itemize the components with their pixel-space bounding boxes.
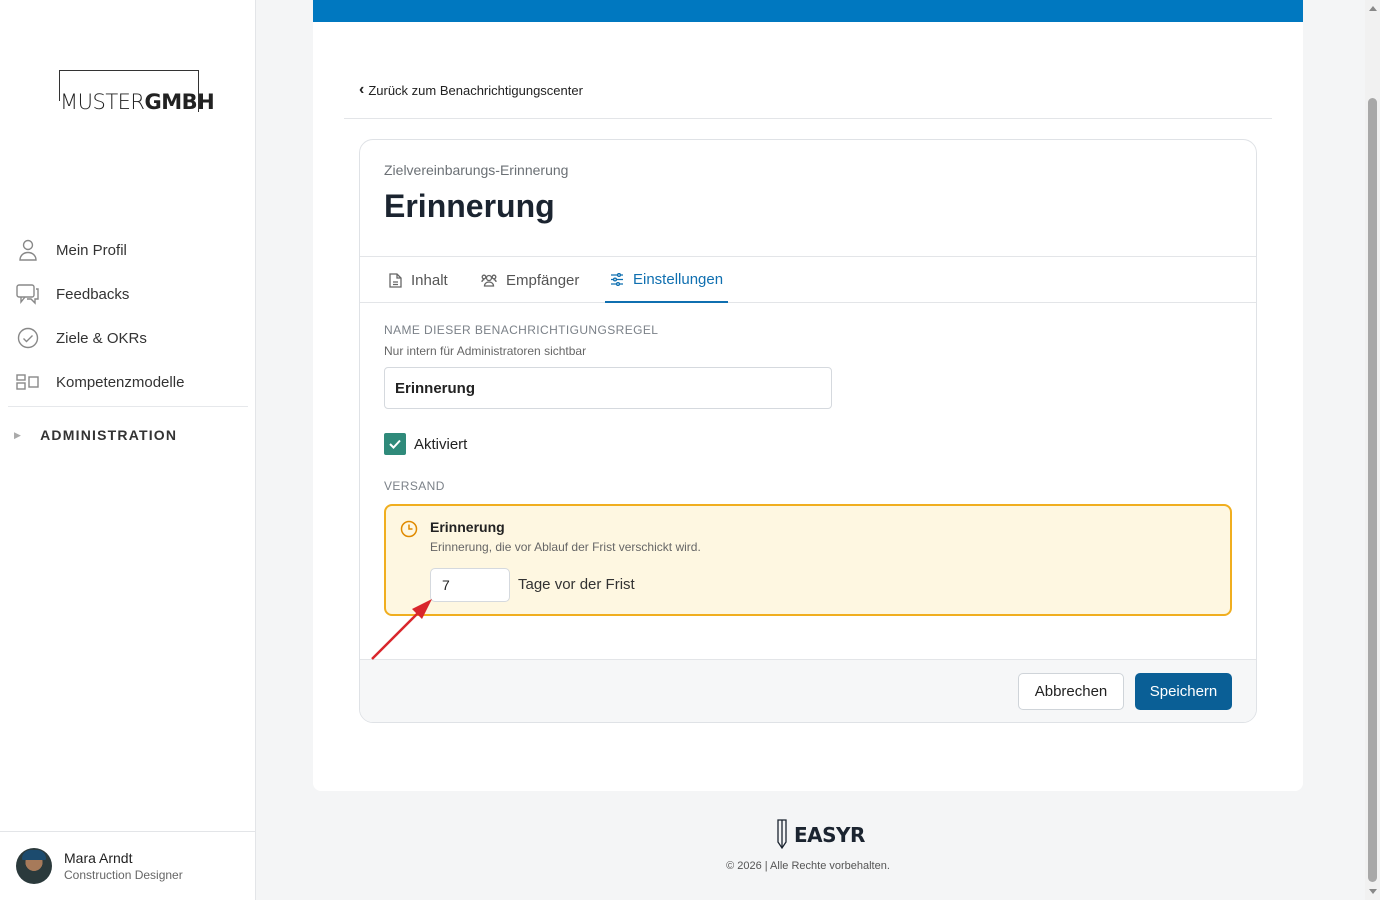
grid-icon [16,370,40,394]
logo-text-bold: GMBH [144,90,215,114]
tab-empfaenger[interactable]: Empfänger [481,257,579,303]
company-logo[interactable]: MUSTERGMBH [59,70,215,113]
notification-rule-panel: Zielvereinbarungs-Erinnerung Erinnerung … [359,139,1257,723]
admin-label: ADMINISTRATION [40,427,178,443]
main-content: ‹ Zurück zum Benachrichtigungscenter Zie… [313,0,1303,791]
easyr-brand-text: EASYR [794,822,865,847]
back-link-label: Zurück zum Benachrichtigungscenter [368,82,583,98]
page-title: Erinnerung [384,188,555,224]
easyr-logo: EASYR [772,818,865,851]
days-suffix-label: Tage vor der Frist [518,576,635,593]
tab-einstellungen[interactable]: Einstellungen [605,257,729,303]
caret-right-icon: ▶ [14,429,23,440]
sidebar-item-kompetenzmodelle[interactable]: Kompetenzmodelle [8,360,248,404]
scrollbar-thumb[interactable] [1368,98,1377,882]
reminder-description: Erinnerung, die vor Ablauf der Frist ver… [430,540,701,554]
reminder-title: Erinnerung [430,519,505,535]
users-icon [481,273,497,287]
check-circle-icon [16,326,40,350]
easyr-logo-icon [777,819,787,850]
main-nav: Mein Profil Feedbacks Ziele & OKRs Kompe… [8,228,248,463]
scroll-down-icon[interactable] [1369,889,1377,894]
cancel-button[interactable]: Abbrechen [1018,673,1124,710]
sidebar-item-label: Ziele & OKRs [56,329,147,347]
sidebar-item-label: Mein Profil [56,241,127,259]
rule-name-input[interactable]: Erinnerung [384,367,832,409]
name-field-hint: Nur intern für Administratoren sichtbar [384,344,587,358]
page-subtitle: Zielvereinbarungs-Erinnerung [384,162,569,178]
logo-text: MUSTERGMBH [60,90,215,114]
tab-bar: Inhalt Empfänger Einstellungen [360,256,1256,303]
tab-inhalt[interactable]: Inhalt [389,257,448,303]
activated-label: Aktiviert [414,435,468,453]
divider [344,118,1272,119]
sidebar-item-administration[interactable]: ▶ ADMINISTRATION [8,407,248,463]
activated-row: Aktiviert [384,433,467,455]
back-link[interactable]: ‹ Zurück zum Benachrichtigungscenter [359,82,583,98]
save-button[interactable]: Speichern [1135,673,1232,710]
tab-label: Empfänger [506,271,580,289]
user-icon [16,238,40,262]
name-field-label: NAME DIESER BENACHRICHTIGUNGSREGEL [384,323,659,337]
shipping-section-label: VERSAND [384,479,445,493]
tab-label: Inhalt [411,271,448,289]
chat-icon [16,282,40,306]
chevron-left-icon: ‹ [359,81,365,98]
clock-icon [400,520,418,543]
sidebar-item-feedbacks[interactable]: Feedbacks [8,272,248,316]
copyright-text: © 2026 | Alle Rechte vorbehalten. [726,860,890,872]
panel-footer: Abbrechen Speichern [360,659,1256,722]
sidebar-item-label: Kompetenzmodelle [56,373,185,391]
sidebar-item-ziele-okrs[interactable]: Ziele & OKRs [8,316,248,360]
scroll-up-icon[interactable] [1369,6,1377,11]
scrollbar[interactable] [1365,0,1380,900]
top-accent-bar [313,0,1303,22]
annotation-arrow-icon [371,599,432,660]
checkmark-icon [389,439,401,449]
document-icon [389,272,402,288]
tab-label: Einstellungen [633,270,724,288]
logo-text-light: MUSTER [60,90,145,114]
sliders-icon [610,272,624,286]
days-before-input[interactable]: 7 [430,568,510,602]
reminder-box: Erinnerung Erinnerung, die vor Ablauf de… [384,504,1232,616]
sidebar-item-label: Feedbacks [56,285,130,303]
activated-checkbox[interactable] [384,433,406,455]
sidebar-item-mein-profil[interactable]: Mein Profil [8,228,248,272]
sidebar: MUSTERGMBH Mein Profil Feedbacks Ziele &… [0,0,256,900]
